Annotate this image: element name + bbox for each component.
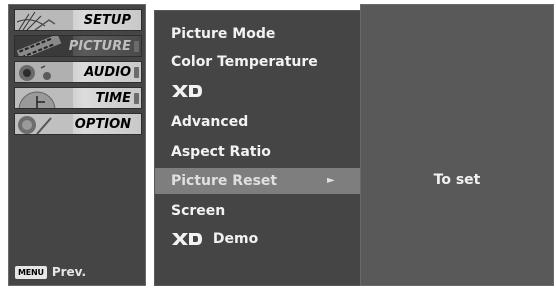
category-time[interactable]: TIME	[14, 87, 142, 109]
antenna-icon	[15, 10, 73, 30]
tv-osd-menu: SETUP PICTURE AUDIO TIME OPTION MENU Pre…	[0, 0, 556, 290]
picture-submenu: Picture Mode Color Temperature XD Advanc…	[154, 10, 362, 286]
clock-icon	[15, 88, 73, 108]
menu-item-aspect-ratio[interactable]: Aspect Ratio	[155, 139, 360, 165]
selection-marker	[134, 41, 139, 52]
category-panel: SETUP PICTURE AUDIO TIME OPTION MENU Pre…	[8, 4, 146, 286]
category-label: OPTION	[74, 117, 131, 132]
menu-item-label: Advanced	[171, 114, 249, 130]
category-setup[interactable]: SETUP	[14, 9, 142, 31]
category-label: TIME	[95, 91, 131, 106]
selection-marker	[134, 67, 139, 78]
menu-item-screen[interactable]: Screen	[155, 198, 360, 224]
xd-logo-icon	[171, 84, 203, 98]
category-label: AUDIO	[84, 65, 131, 80]
menu-item-label: Picture Reset	[171, 173, 278, 189]
menu-item-advanced[interactable]: Advanced	[155, 109, 360, 135]
menu-item-label: Demo	[212, 230, 259, 247]
category-picture[interactable]: PICTURE	[14, 35, 142, 57]
menu-item-label: Screen	[171, 203, 226, 219]
to-set-button[interactable]: To set	[361, 167, 553, 193]
menu-key-badge: MENU	[15, 265, 47, 279]
menu-item-label: Color Temperature	[171, 54, 318, 70]
xd-logo-icon	[171, 232, 203, 246]
prev-label: Prev.	[51, 265, 87, 279]
menu-item-picture-mode[interactable]: Picture Mode	[155, 21, 360, 47]
category-option[interactable]: OPTION	[14, 113, 142, 135]
category-label: SETUP	[83, 13, 131, 28]
submenu-arrow-icon: ►	[327, 175, 335, 186]
prev-hint: MENU Prev.	[15, 265, 86, 279]
film-icon	[15, 36, 73, 56]
menu-item-label: Picture Mode	[171, 26, 276, 42]
menu-item-xd-demo[interactable]: Demo	[155, 227, 360, 253]
menu-item-color-temperature[interactable]: Color Temperature	[155, 49, 360, 75]
menu-item-picture-reset[interactable]: Picture Reset ►	[155, 168, 362, 194]
menu-item-xd[interactable]: XD	[155, 79, 360, 105]
value-panel: To set	[360, 4, 554, 286]
category-label: PICTURE	[68, 39, 131, 54]
menu-item-label: Aspect Ratio	[171, 144, 271, 160]
speaker-icon	[15, 62, 73, 82]
selection-marker	[134, 93, 139, 104]
category-audio[interactable]: AUDIO	[14, 61, 142, 83]
option-icon	[15, 114, 73, 134]
